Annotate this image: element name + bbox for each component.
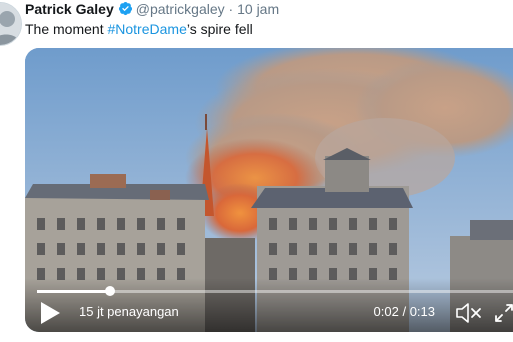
progress-fill bbox=[37, 290, 111, 293]
hashtag-link[interactable]: #NotreDame bbox=[107, 21, 186, 37]
author-name[interactable]: Patrick Galey bbox=[25, 1, 114, 17]
mute-button[interactable] bbox=[455, 302, 483, 324]
progress-thumb[interactable] bbox=[105, 286, 116, 296]
tweet-text-end: ’s spire fell bbox=[186, 21, 253, 37]
avatar[interactable] bbox=[0, 2, 22, 46]
video-player[interactable]: 15 jt penayangan 0:02 / 0:13 bbox=[25, 48, 513, 332]
tweet-time[interactable]: 10 jam bbox=[237, 1, 279, 17]
total-duration: 0:13 bbox=[409, 304, 435, 319]
view-count: 15 jt penayangan bbox=[79, 304, 179, 319]
author-handle[interactable]: @patrickgaley bbox=[136, 1, 225, 17]
time-divider: / bbox=[402, 304, 407, 319]
elapsed-time: 0:02 bbox=[373, 304, 399, 319]
tweet-header: Patrick Galey @patrickgaley · 10 jam bbox=[25, 0, 279, 18]
play-button[interactable] bbox=[39, 301, 61, 325]
video-controls: 15 jt penayangan 0:02 / 0:13 bbox=[25, 278, 513, 332]
playback-time: 0:02 / 0:13 bbox=[374, 304, 436, 320]
fullscreen-button[interactable] bbox=[493, 302, 513, 324]
play-icon bbox=[41, 302, 60, 324]
verified-badge-icon bbox=[118, 1, 133, 20]
progress-bar[interactable] bbox=[37, 286, 513, 296]
volume-muted-icon bbox=[456, 303, 481, 323]
header-separator: · bbox=[228, 1, 234, 17]
fullscreen-icon bbox=[495, 304, 513, 322]
tweet-text: The moment #NotreDame’s spire fell bbox=[25, 19, 253, 39]
tweet-text-start: The moment bbox=[25, 21, 108, 37]
